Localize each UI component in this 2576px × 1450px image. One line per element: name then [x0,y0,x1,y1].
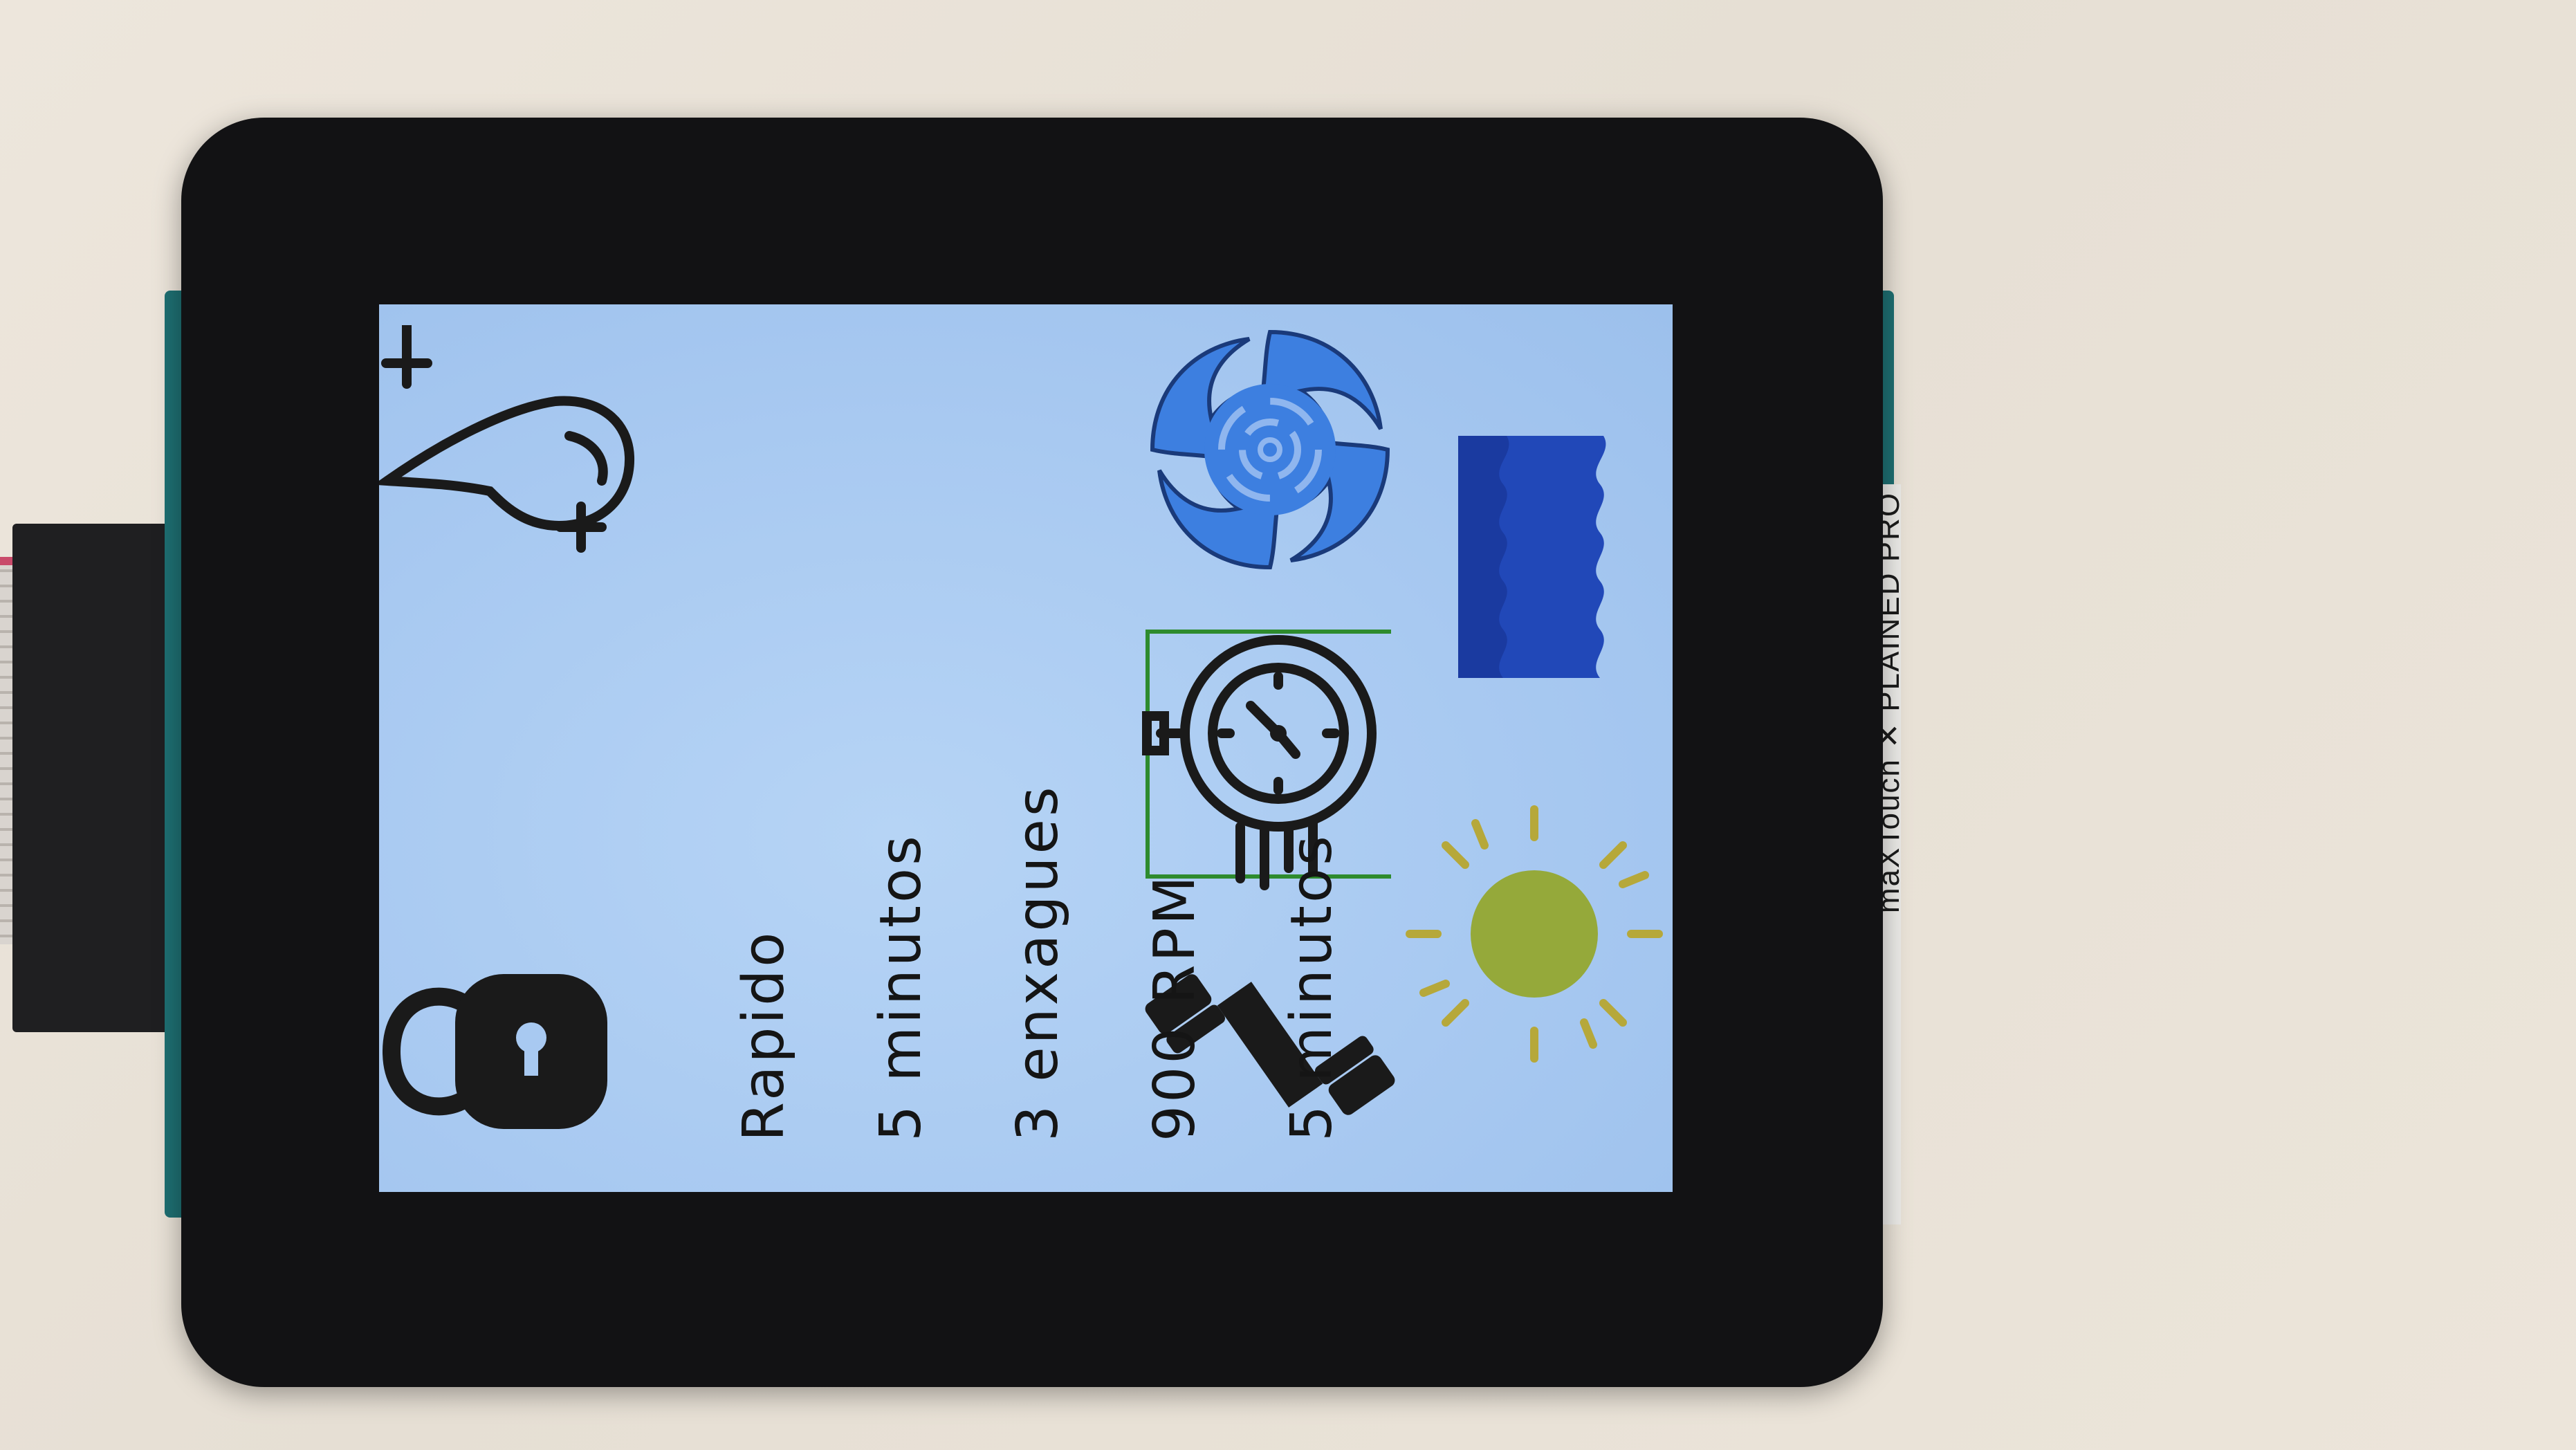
spin-vortex-icon[interactable] [1139,318,1401,581]
program-name: Rapido [731,929,797,1141]
water-level-icon[interactable] [1458,436,1617,685]
touch-screen[interactable]: Rapido 5 minutos 3 enxagues 900 RPM 5 mi… [379,304,1673,1192]
spin-speed: 900 RPM [1142,873,1208,1141]
water-drop-plus-icon[interactable] [379,325,656,574]
sun-icon[interactable] [1403,802,1666,1065]
cable-connector [12,524,172,1032]
wash-time: 5 minutos [868,833,934,1141]
program-info: Rapido 5 minutos 3 enxagues 900 RPM 5 mi… [650,784,1426,1141]
unlock-icon[interactable] [379,969,628,1148]
dry-time: 5 minutos [1279,833,1345,1141]
rinse-count: 3 enxagues [1005,784,1071,1141]
